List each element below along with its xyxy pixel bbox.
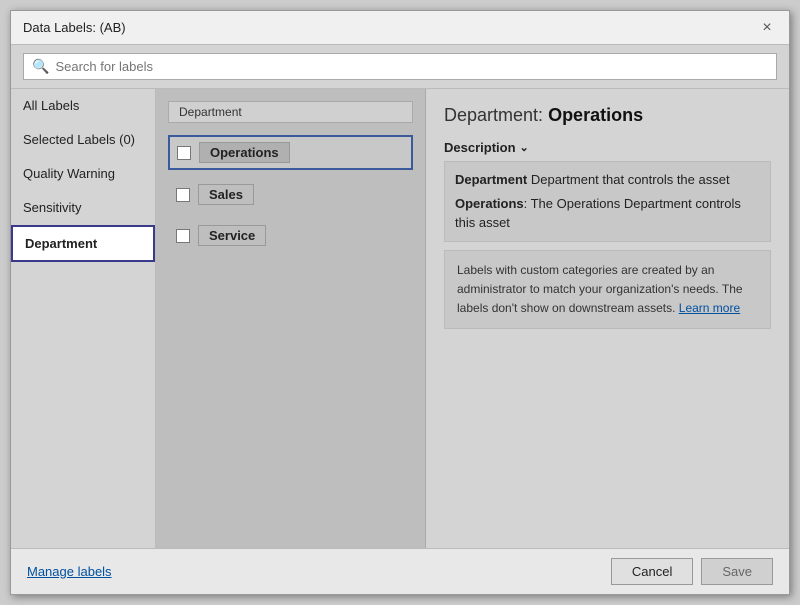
- close-button[interactable]: ×: [757, 18, 777, 38]
- sidebar-scroll: All Labels Selected Labels (0) Quality W…: [11, 89, 155, 548]
- right-panel: Department: Operations Description ⌄ Dep…: [426, 89, 789, 548]
- desc-category-bold: Department: [455, 172, 527, 187]
- description-header[interactable]: Description ⌄: [444, 140, 771, 155]
- right-title-category: Department:: [444, 105, 543, 125]
- desc-label-bold: Operations: [455, 196, 524, 211]
- search-input[interactable]: [55, 59, 768, 74]
- search-icon: 🔍: [32, 58, 49, 75]
- category-tab: Department: [168, 101, 413, 123]
- cancel-button[interactable]: Cancel: [611, 558, 693, 585]
- search-bar: 🔍: [11, 45, 789, 89]
- learn-more-link[interactable]: Learn more: [679, 301, 740, 315]
- dialog: Data Labels: (AB) × 🔍 All Labels Selecte…: [10, 10, 790, 595]
- search-input-wrap: 🔍: [23, 53, 777, 80]
- info-box: Labels with custom categories are create…: [444, 250, 771, 330]
- sidebar-item-quality-warning[interactable]: Quality Warning: [11, 157, 155, 191]
- sales-tag: Sales: [198, 184, 254, 205]
- sales-checkbox[interactable]: [176, 188, 190, 202]
- sidebar: All Labels Selected Labels (0) Quality W…: [11, 89, 156, 548]
- title-bar: Data Labels: (AB) ×: [11, 11, 789, 45]
- label-item-operations[interactable]: Operations: [168, 135, 413, 170]
- footer: Manage labels Cancel Save: [11, 548, 789, 594]
- main-content: All Labels Selected Labels (0) Quality W…: [11, 89, 789, 548]
- label-item-sales[interactable]: Sales: [168, 178, 413, 211]
- right-title-label: Operations: [548, 105, 643, 125]
- operations-tag: Operations: [199, 142, 290, 163]
- sidebar-item-selected-labels[interactable]: Selected Labels (0): [11, 123, 155, 157]
- manage-labels-link[interactable]: Manage labels: [27, 564, 112, 579]
- label-item-service[interactable]: Service: [168, 219, 413, 252]
- desc-category-text: Department that controls the asset: [527, 172, 729, 187]
- service-checkbox[interactable]: [176, 229, 190, 243]
- chevron-down-icon: ⌄: [520, 141, 529, 154]
- sidebar-item-all-labels[interactable]: All Labels: [11, 89, 155, 123]
- desc-category-line: Department Department that controls the …: [455, 170, 760, 190]
- sidebar-item-sensitivity[interactable]: Sensitivity: [11, 191, 155, 225]
- desc-label-line: Operations: The Operations Department co…: [455, 194, 760, 233]
- sidebar-item-department[interactable]: Department: [11, 225, 155, 262]
- middle-panel: Department Operations Sales Service: [156, 89, 426, 548]
- dialog-title: Data Labels: (AB): [23, 20, 126, 35]
- operations-checkbox[interactable]: [177, 146, 191, 160]
- service-tag: Service: [198, 225, 266, 246]
- footer-buttons: Cancel Save: [611, 558, 773, 585]
- description-box: Department Department that controls the …: [444, 161, 771, 242]
- save-button[interactable]: Save: [701, 558, 773, 585]
- description-label: Description: [444, 140, 516, 155]
- right-title: Department: Operations: [444, 105, 771, 126]
